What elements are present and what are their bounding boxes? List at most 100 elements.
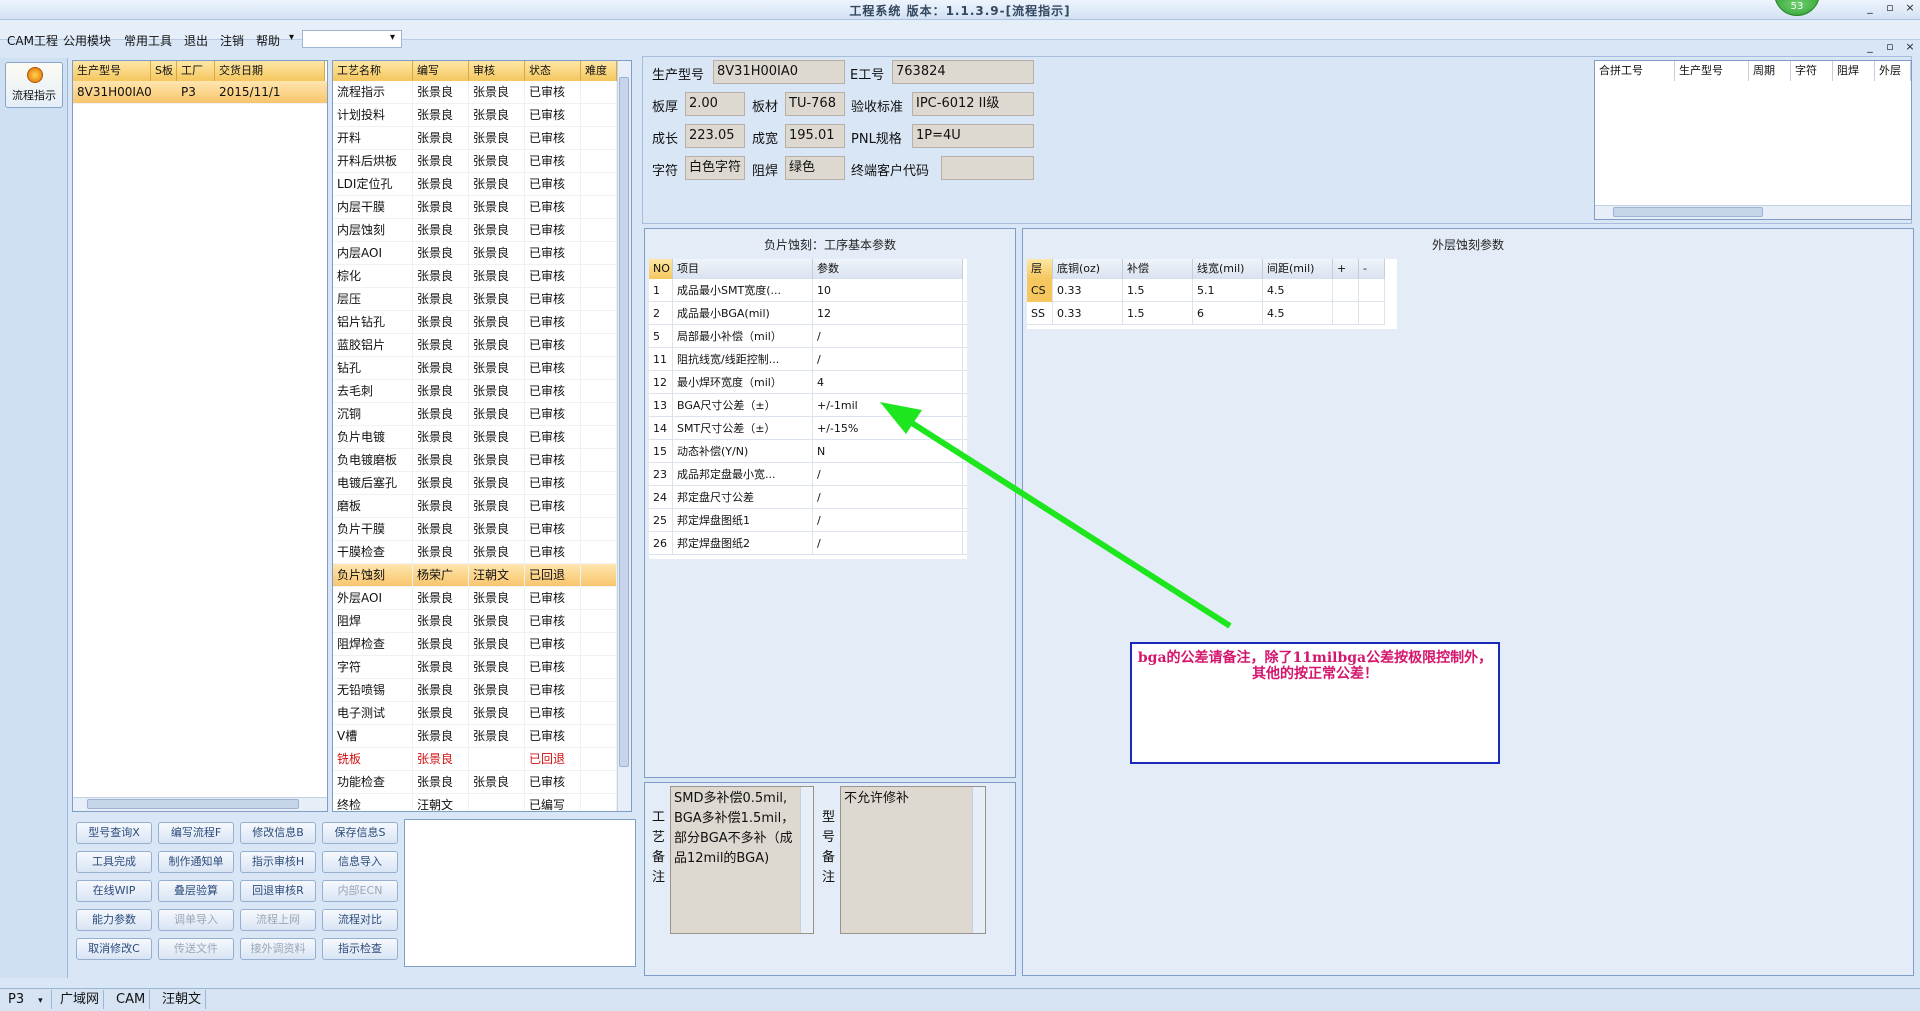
outer-row[interactable]: CS 0.33 1.5 5.1 4.5 (1027, 279, 1385, 302)
process-row[interactable]: 棕化 张景良 张景良 已审核 (333, 265, 617, 288)
action-button[interactable]: 型号查询X (76, 822, 152, 844)
action-button[interactable]: 信息导入 (322, 851, 398, 873)
menu-cam[interactable]: CAM工程 (7, 32, 58, 49)
outer-row[interactable]: SS 0.33 1.5 6 4.5 (1027, 302, 1385, 325)
action-button[interactable]: 工具完成 (76, 851, 152, 873)
info-field-thick[interactable]: 2.00 (685, 92, 745, 116)
info-field-char[interactable]: 白色字符 (685, 156, 745, 180)
action-button[interactable]: 能力参数 (76, 909, 152, 931)
orders-hscroll-thumb[interactable] (87, 799, 299, 809)
process-row[interactable]: 钻孔 张景良 张景良 已审核 (333, 357, 617, 380)
top-combo-box[interactable] (302, 30, 402, 48)
orders-col-header[interactable]: 交货日期 (215, 61, 325, 81)
process-col-header[interactable]: 审核 (469, 61, 525, 81)
process-row[interactable]: 负片电镀 张景良 张景良 已审核 (333, 426, 617, 449)
params-col-header[interactable]: 参数 (813, 259, 963, 279)
process-row[interactable]: 阻焊 张景良 张景良 已审核 (333, 610, 617, 633)
process-row[interactable]: 层压 张景良 张景良 已审核 (333, 288, 617, 311)
outer-col-header[interactable]: + (1333, 259, 1359, 279)
orders-col-header[interactable]: 工厂 (177, 61, 215, 81)
merge-col-header[interactable]: 合拼工号 (1595, 61, 1675, 81)
process-vscroll-thumb[interactable] (619, 77, 629, 767)
merge-hscrollbar[interactable] (1595, 205, 1911, 219)
menu-tools[interactable]: 常用工具 (124, 32, 172, 49)
process-row[interactable]: 蓝胶铝片 张景良 张景良 已审核 (333, 334, 617, 357)
process-row[interactable]: 功能检查 张景良 张景良 已审核 (333, 771, 617, 794)
close-icon[interactable]: × (1902, 1, 1918, 17)
child-maximize-icon[interactable]: ▫ (1882, 40, 1898, 56)
action-button[interactable]: 保存信息S (322, 822, 398, 844)
process-row[interactable]: 去毛刺 张景良 张景良 已审核 (333, 380, 617, 403)
process-row[interactable]: 外层AOI 张景良 张景良 已审核 (333, 587, 617, 610)
process-row[interactable]: LDI定位孔 张景良 张景良 已审核 (333, 173, 617, 196)
process-row[interactable]: 负片干膜 张景良 张景良 已审核 (333, 518, 617, 541)
outer-col-header[interactable]: 层 (1027, 259, 1053, 279)
action-button[interactable]: 流程对比 (322, 909, 398, 931)
action-button[interactable]: 指示检查 (322, 938, 398, 960)
action-button[interactable]: 修改信息B (240, 822, 316, 844)
child-minimize-icon[interactable]: _ (1862, 40, 1878, 56)
child-close-icon[interactable]: × (1902, 40, 1918, 56)
outer-col-header[interactable]: 底铜(oz) (1053, 259, 1123, 279)
merge-col-header[interactable]: 周期 (1749, 61, 1791, 81)
action-button[interactable]: 回退审核R (240, 880, 316, 902)
action-button[interactable]: 指示审核H (240, 851, 316, 873)
info-field-eno[interactable]: 763824 (892, 60, 1034, 84)
minimize-icon[interactable]: _ (1862, 1, 1878, 17)
merge-col-header[interactable]: 阻焊 (1833, 61, 1875, 81)
process-col-header[interactable]: 编写 (413, 61, 469, 81)
table-row[interactable]: 8V31H00IA0 P3 2015/11/1 (73, 81, 327, 104)
process-row[interactable]: 干膜检查 张景良 张景良 已审核 (333, 541, 617, 564)
process-row[interactable]: 负电镀磨板 张景良 张景良 已审核 (333, 449, 617, 472)
process-row[interactable]: 铣板 张景良 已回退 (333, 748, 617, 771)
info-field-len[interactable]: 223.05 (685, 124, 745, 148)
combo-chevron-down-icon[interactable]: ▾ (390, 32, 395, 43)
model-remark-scrollbar[interactable] (972, 787, 985, 933)
params-col-header[interactable]: NO (649, 259, 673, 279)
process-row[interactable]: 开料 张景良 张景良 已审核 (333, 127, 617, 150)
orders-col-header[interactable]: 生产型号 (73, 61, 151, 81)
maximize-icon[interactable]: ▫ (1882, 1, 1898, 17)
params-row[interactable]: 2 成品最小BGA(mil) 12 (649, 302, 967, 325)
process-row[interactable]: 计划投料 张景良 张景良 已审核 (333, 104, 617, 127)
process-row[interactable]: 无铅喷锡 张景良 张景良 已审核 (333, 679, 617, 702)
process-row[interactable]: 电镀后塞孔 张景良 张景良 已审核 (333, 472, 617, 495)
model-remark-text[interactable]: 不允许修补 (840, 786, 986, 934)
process-col-header[interactable]: 状态 (525, 61, 581, 81)
flow-indicator-button[interactable]: 流程指示 (5, 62, 63, 108)
process-row[interactable]: 阻焊检查 张景良 张景良 已审核 (333, 633, 617, 656)
info-field-mask[interactable]: 绿色 (785, 156, 845, 180)
menu-common-module[interactable]: 公用模块 (63, 32, 111, 49)
process-remark-text[interactable]: SMD多补偿0.5mil,BGA多补偿1.5mil，部分BGA不多补（成品12m… (670, 786, 814, 934)
process-row[interactable]: 流程指示 张景良 张景良 已审核 (333, 81, 617, 104)
params-row[interactable]: 1 成品最小SMT宽度(... 10 (649, 279, 967, 302)
menu-logout[interactable]: 注销 (220, 32, 244, 49)
action-button[interactable]: 取消修改C (76, 938, 152, 960)
process-row[interactable]: 磨板 张景良 张景良 已审核 (333, 495, 617, 518)
process-row[interactable]: 负片蚀刻 杨荣广 汪朝文 已回退 (333, 564, 617, 587)
process-row[interactable]: 字符 张景良 张景良 已审核 (333, 656, 617, 679)
merge-col-header[interactable]: 字符 (1791, 61, 1833, 81)
process-row[interactable]: 内层AOI 张景良 张景良 已审核 (333, 242, 617, 265)
merge-col-header[interactable]: 生产型号 (1675, 61, 1749, 81)
process-row[interactable]: 铝片钻孔 张景良 张景良 已审核 (333, 311, 617, 334)
merge-hscroll-thumb[interactable] (1613, 207, 1763, 217)
process-row[interactable]: 终检 汪朝文 已编写 (333, 794, 617, 811)
process-row[interactable]: 沉铜 张景良 张景良 已审核 (333, 403, 617, 426)
action-button[interactable]: 编写流程F (158, 822, 234, 844)
status-factory[interactable]: P3 ▾ (4, 990, 52, 1009)
process-remark-scrollbar[interactable] (800, 787, 813, 933)
process-row[interactable]: V槽 张景良 张景良 已审核 (333, 725, 617, 748)
outer-col-header[interactable]: 线宽(mil) (1193, 259, 1263, 279)
process-row[interactable]: 内层蚀刻 张景良 张景良 已审核 (333, 219, 617, 242)
process-row[interactable]: 开料后烘板 张景良 张景良 已审核 (333, 150, 617, 173)
outer-col-header[interactable]: 补偿 (1123, 259, 1193, 279)
process-row[interactable]: 内层干膜 张景良 张景良 已审核 (333, 196, 617, 219)
info-field-material[interactable]: TU-768 (785, 92, 845, 116)
action-button[interactable]: 在线WIP (76, 880, 152, 902)
outer-col-header[interactable]: 间距(mil) (1263, 259, 1333, 279)
info-field-wid[interactable]: 195.01 (785, 124, 845, 148)
menu-exit[interactable]: 退出 (184, 32, 208, 49)
action-button[interactable]: 制作通知单 (158, 851, 234, 873)
info-field-model[interactable]: 8V31H00IA0 (713, 60, 845, 84)
